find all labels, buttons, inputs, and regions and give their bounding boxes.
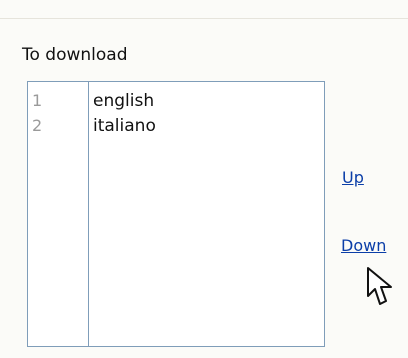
list-item[interactable]: 1 english xyxy=(28,90,324,112)
to-download-label: To download xyxy=(22,45,128,65)
move-up-link[interactable]: Up xyxy=(342,168,364,188)
list-item-index: 1 xyxy=(32,91,43,110)
download-order-list[interactable]: 1 english 2 italiano xyxy=(27,81,325,347)
list-item-label: english xyxy=(93,91,155,111)
list-item-index: 2 xyxy=(32,116,43,135)
top-divider xyxy=(0,18,408,19)
mouse-pointer-icon xyxy=(367,267,392,305)
list-item-label: italiano xyxy=(93,116,156,136)
list-item[interactable]: 2 italiano xyxy=(28,115,324,137)
move-down-link[interactable]: Down xyxy=(341,236,386,256)
